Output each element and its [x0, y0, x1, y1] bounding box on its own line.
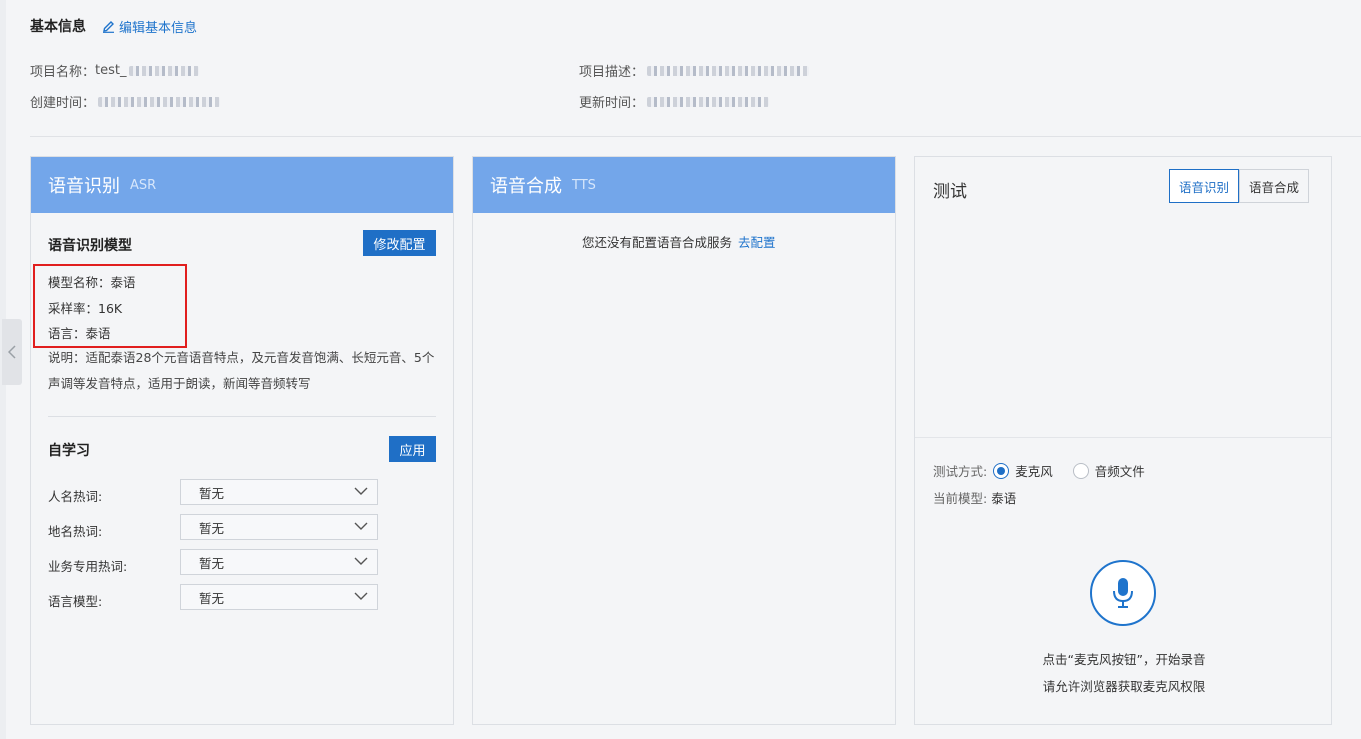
chevron-down-icon — [354, 522, 368, 530]
current-model: 当前模型: 泰语 — [933, 488, 1016, 507]
language-model-label: 语言模型: — [48, 594, 103, 609]
asr-title: 语音识别 — [48, 176, 120, 197]
person-hotword-value: 暂无 — [199, 485, 225, 501]
basic-info-title: 基本信息 — [30, 19, 86, 35]
language-model-value: 暂无 — [199, 590, 225, 606]
chevron-down-icon — [354, 592, 368, 600]
updated-time-label: 更新时间： — [579, 96, 645, 111]
test-mode-label: 测试方式: — [933, 464, 988, 479]
person-hotword-label: 人名热词: — [48, 489, 103, 504]
mic-hint-line2: 请允许浏览器获取麦克风权限 — [1042, 679, 1206, 694]
tts-title: 语音合成 — [490, 176, 562, 197]
modify-config-button[interactable]: 修改配置 — [363, 230, 436, 256]
place-hotword-value: 暂无 — [199, 520, 225, 536]
redacted-text — [98, 96, 221, 107]
chevron-down-icon — [354, 487, 368, 495]
radio-audio-file[interactable] — [1072, 462, 1089, 479]
radio-microphone[interactable] — [993, 462, 1010, 479]
test-mode-row: 测试方式: 麦克风 音频文件 — [933, 461, 1161, 480]
current-model-value: 泰语 — [991, 491, 1017, 506]
language-model-select[interactable]: 暂无 — [180, 584, 378, 610]
redacted-text — [647, 96, 770, 107]
configure-tts-link[interactable]: 去配置 — [738, 232, 776, 251]
current-model-label: 当前模型: — [933, 491, 988, 506]
microphone-icon — [1113, 578, 1133, 608]
edit-basic-info-label: 编辑基本信息 — [119, 20, 198, 36]
tts-subtitle: TTS — [572, 177, 596, 193]
model-name: 模型名称：泰语 — [48, 275, 136, 290]
business-hotword-select[interactable]: 暂无 — [180, 549, 378, 575]
created-time-row: 创建时间： — [30, 92, 221, 111]
mic-hint-line1: 点击“麦克风按钮”，开始录音 — [1042, 652, 1206, 667]
model-description: 说明：适配泰语28个元音语音特点，及元音发音饱满、长短元音、5个声调等发音特点，… — [48, 350, 435, 391]
tab-tts[interactable]: 语音合成 — [1239, 169, 1310, 203]
place-hotword-label: 地名热词: — [48, 524, 103, 539]
asr-card: 语音识别 ASR 语音识别模型 修改配置 模型名称：泰语 采样率：16K 语言：… — [30, 156, 454, 725]
test-panel: 测试 语音识别 语音合成 测试方式: 麦克风 音频文件 当前模型: 泰语 点击“… — [914, 156, 1332, 725]
redacted-text — [129, 65, 200, 76]
tts-card-header: 语音合成 TTS — [473, 157, 895, 213]
business-hotword-value: 暂无 — [199, 555, 225, 571]
tab-asr[interactable]: 语音识别 — [1169, 169, 1240, 203]
edit-basic-info-link[interactable]: 编辑基本信息 — [102, 17, 197, 36]
option-microphone-label[interactable]: 麦克风 — [1015, 461, 1053, 480]
asr-card-header: 语音识别 ASR — [31, 157, 453, 213]
created-time-label: 创建时间： — [30, 96, 96, 111]
asr-section-divider — [48, 416, 436, 417]
test-tabs: 语音识别 语音合成 — [1169, 169, 1310, 203]
test-title: 测试 — [933, 182, 967, 202]
apply-button[interactable]: 应用 — [389, 436, 436, 462]
self-learning-title: 自学习 — [48, 443, 90, 459]
project-name-label: 项目名称： — [30, 65, 96, 80]
project-desc-label: 项目描述： — [579, 65, 645, 80]
project-name-row: 项目名称： test_ — [30, 61, 200, 80]
tts-empty-message: 您还没有配置语音合成服务 去配置 — [582, 232, 776, 251]
sidebar-collapse-handle[interactable] — [2, 319, 22, 385]
tts-card: 语音合成 TTS 您还没有配置语音合成服务 去配置 — [472, 156, 896, 725]
project-desc-row: 项目描述： — [579, 61, 810, 80]
test-panel-divider — [915, 437, 1331, 438]
pencil-icon — [103, 20, 114, 33]
updated-time-row: 更新时间： — [579, 92, 770, 111]
header-divider — [30, 136, 1361, 137]
place-hotword-select[interactable]: 暂无 — [180, 514, 378, 540]
model-language: 语言：泰语 — [48, 326, 111, 341]
chevron-down-icon — [354, 557, 368, 565]
person-hotword-select[interactable]: 暂无 — [180, 479, 378, 505]
project-name-value: test_ — [95, 63, 127, 78]
tts-empty-text: 您还没有配置语音合成服务 — [582, 235, 733, 250]
asr-subtitle: ASR — [130, 177, 157, 193]
asr-model-section-title: 语音识别模型 — [48, 238, 132, 254]
redacted-text — [647, 65, 810, 76]
basic-info-header: 基本信息 编辑基本信息 — [30, 16, 197, 36]
microphone-button[interactable] — [1090, 560, 1156, 626]
option-audio-file-label[interactable]: 音频文件 — [1095, 461, 1145, 480]
sample-rate: 采样率：16K — [48, 301, 123, 316]
business-hotword-label: 业务专用热词: — [48, 559, 128, 574]
chevron-left-icon — [8, 345, 16, 359]
